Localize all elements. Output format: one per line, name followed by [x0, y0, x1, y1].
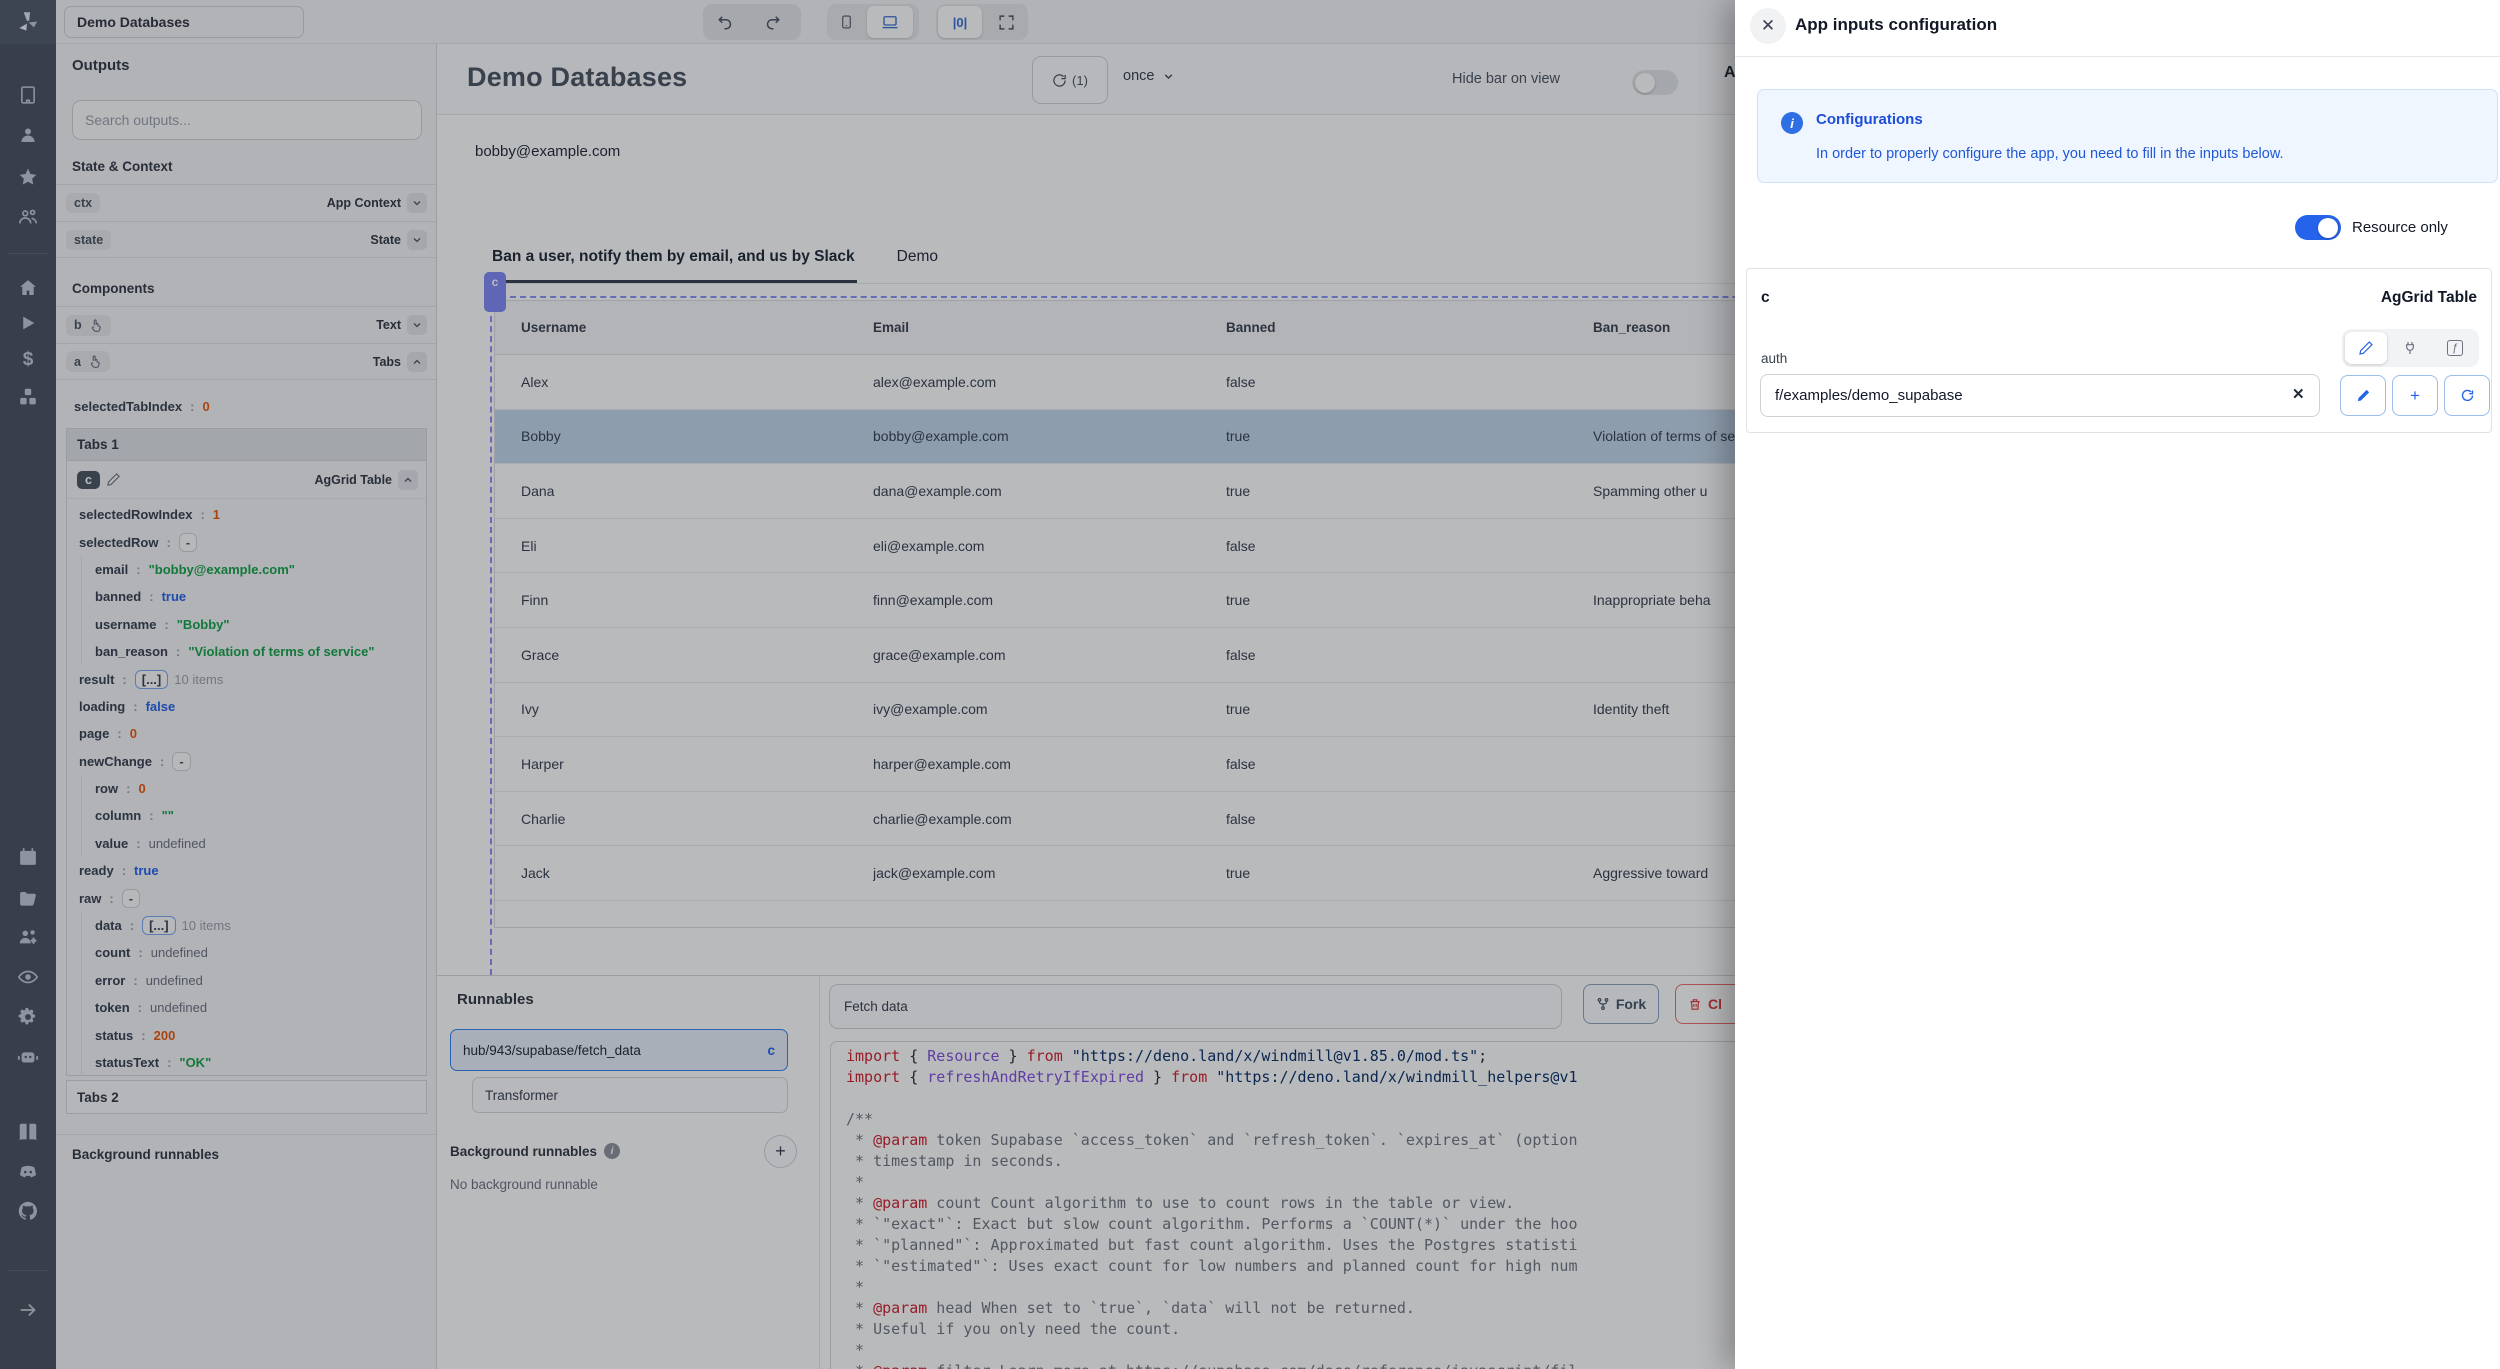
refresh-resource-icon[interactable] [2444, 375, 2490, 416]
close-icon[interactable]: ✕ [1750, 8, 1786, 44]
eval-mode-function-icon[interactable]: ƒ [2434, 332, 2476, 364]
input-mode-toolbar: ƒ [2342, 329, 2479, 367]
field-label: auth [1761, 351, 1787, 366]
app-inputs-drawer: ✕ App inputs configuration i Configurati… [1735, 0, 2500, 1369]
windmill-app-editor: $ |0| Outputs State & Context [0, 0, 2500, 1369]
component-type: AgGrid Table [2381, 289, 2477, 307]
connect-mode-plug-icon[interactable] [2389, 332, 2431, 364]
resource-only-label: Resource only [2352, 219, 2448, 236]
drawer-title: App inputs configuration [1795, 15, 1997, 35]
drawer-backdrop[interactable] [0, 0, 1735, 1369]
add-resource-plus-icon[interactable]: + [2392, 375, 2438, 416]
static-mode-pencil-icon[interactable] [2345, 332, 2387, 364]
info-icon: i [1781, 112, 1803, 134]
divider [1735, 56, 2500, 57]
component-input-card: c AgGrid Table auth ƒ ✕ + [1746, 268, 2492, 433]
edit-resource-pen-icon[interactable] [2340, 375, 2386, 416]
component-id: c [1761, 289, 1770, 307]
clear-x-icon[interactable]: ✕ [2292, 385, 2305, 403]
resource-path-input[interactable] [1760, 374, 2320, 417]
info-title: Configurations [1816, 111, 1923, 128]
resource-only-toggle[interactable] [2295, 215, 2341, 240]
configurations-info-box: i Configurations In order to properly co… [1757, 89, 2498, 183]
info-body: In order to properly configure the app, … [1816, 146, 2284, 162]
